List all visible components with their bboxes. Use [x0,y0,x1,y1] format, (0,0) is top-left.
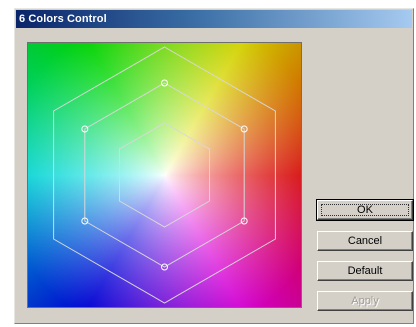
adjustable-hexagon[interactable] [84,82,245,268]
inner-hexagon [119,122,210,228]
apply-button: Apply [317,291,413,311]
title-bar[interactable]: 6 Colors Control [16,10,412,28]
window-title: 6 Colors Control [19,13,107,25]
color-hexagon-panel[interactable] [27,42,302,308]
outer-hexagon [53,46,276,304]
control-point-handles[interactable] [81,79,248,271]
hexagon-guides [53,46,276,304]
ok-button[interactable]: OK [316,199,414,221]
six-colors-dialog: 6 Colors Control OK Cancel Default Apply [14,8,414,324]
cancel-button[interactable]: Cancel [317,231,413,251]
default-button[interactable]: Default [317,261,413,281]
